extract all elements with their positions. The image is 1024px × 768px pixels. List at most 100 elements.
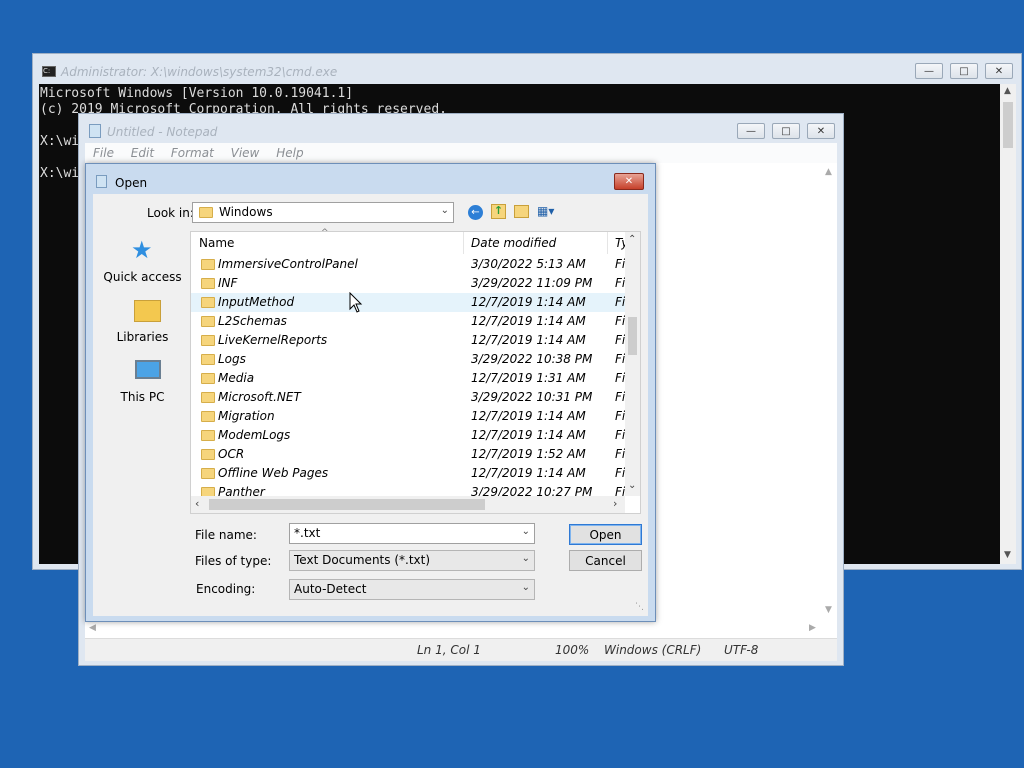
cmd-close-button[interactable]: ✕ [985, 63, 1013, 79]
folder-icon [201, 392, 215, 403]
cmd-scrollbar[interactable]: ▲ ▼ [1000, 84, 1016, 564]
table-row[interactable]: Offline Web Pages 12/7/2019 1:14 AM Fi [191, 464, 625, 483]
table-row[interactable]: L2Schemas 12/7/2019 1:14 AM Fi [191, 312, 625, 331]
notepad-menubar: File Edit Format View Help [85, 143, 837, 163]
scroll-right-icon[interactable]: › [613, 497, 617, 510]
libraries-icon [134, 300, 161, 322]
folder-icon [201, 449, 215, 460]
folder-icon [201, 373, 215, 384]
file-type-cell: Fi [615, 466, 625, 480]
table-row[interactable]: LiveKernelReports 12/7/2019 1:14 AM Fi [191, 331, 625, 350]
look-in-combo[interactable]: Windows ⌄ [192, 202, 454, 223]
scroll-left-icon[interactable]: ◀ [89, 623, 96, 633]
file-type-label: Files of type: [195, 554, 272, 568]
look-in-value: Windows [219, 205, 273, 219]
places-bar: ★ Quick access Libraries This PC [101, 232, 184, 492]
menu-file[interactable]: File [93, 146, 114, 160]
file-name-cell: INF [218, 276, 238, 290]
file-date-cell: 3/29/2022 10:31 PM [471, 390, 593, 404]
status-position: Ln 1, Col 1 [417, 643, 481, 657]
list-hscrollbar[interactable]: ‹ › [191, 496, 625, 513]
scroll-up-icon[interactable]: ⌃ [628, 234, 636, 245]
folder-icon [201, 259, 215, 270]
table-row[interactable]: INF 3/29/2022 11:09 PM Fi [191, 274, 625, 293]
menu-help[interactable]: Help [276, 146, 303, 160]
column-name[interactable]: Name [199, 236, 234, 250]
file-list[interactable]: ^ Name Date modified Ty ImmersiveControl… [190, 228, 641, 514]
this-pc-label: This PC [120, 390, 165, 404]
cmd-maximize-button[interactable]: □ [950, 63, 978, 79]
dialog-close-button[interactable]: ✕ [614, 173, 644, 190]
scroll-up-icon[interactable]: ▲ [1004, 86, 1011, 96]
file-type-cell: Fi [615, 371, 625, 385]
cancel-button[interactable]: Cancel [569, 550, 642, 571]
notepad-statusbar: Ln 1, Col 1 100% Windows (CRLF) UTF-8 [85, 638, 837, 661]
menu-format[interactable]: Format [171, 146, 214, 160]
scroll-down-icon[interactable]: ▼ [1004, 550, 1011, 560]
scroll-right-icon[interactable]: ▶ [809, 623, 816, 633]
table-row[interactable]: Microsoft.NET 3/29/2022 10:31 PM Fi [191, 388, 625, 407]
back-icon[interactable]: ← [468, 205, 483, 220]
encoding-select[interactable]: Auto-Detect ⌄ [289, 579, 535, 600]
file-type-cell: Fi [615, 409, 625, 423]
file-type-cell: Fi [615, 257, 625, 271]
list-vscrollbar[interactable]: ⌃ ⌄ [625, 232, 640, 496]
table-row[interactable]: ModemLogs 12/7/2019 1:14 AM Fi [191, 426, 625, 445]
folder-icon [201, 297, 215, 308]
file-date-cell: 3/29/2022 10:38 PM [471, 352, 593, 366]
list-hscroll-thumb[interactable] [209, 499, 485, 510]
notepad-close-button[interactable]: ✕ [807, 123, 835, 139]
view-menu-icon[interactable]: ▦▾ [537, 204, 563, 220]
file-name-cell: Migration [218, 409, 275, 423]
table-row[interactable]: Migration 12/7/2019 1:14 AM Fi [191, 407, 625, 426]
chevron-down-icon: ⌄ [440, 205, 449, 216]
libraries-item[interactable]: Libraries [101, 298, 184, 348]
quick-access-label: Quick access [103, 270, 182, 284]
folder-icon [201, 411, 215, 422]
open-button[interactable]: Open [569, 524, 642, 545]
cmd-scroll-thumb[interactable] [1003, 102, 1013, 148]
folder-icon [201, 278, 215, 289]
folder-icon [201, 354, 215, 365]
resize-grip-icon[interactable]: ⋱ [635, 602, 644, 612]
sort-up-icon: ^ [321, 228, 329, 238]
menu-view[interactable]: View [231, 146, 260, 160]
table-row[interactable]: Media 12/7/2019 1:31 AM Fi [191, 369, 625, 388]
file-name-cell: InputMethod [218, 295, 295, 309]
dialog-titlebar[interactable]: Open ✕ [86, 164, 655, 194]
column-date[interactable]: Date modified [471, 236, 556, 250]
chevron-down-icon[interactable]: ⌄ [522, 526, 530, 537]
list-scroll-thumb[interactable] [628, 317, 637, 355]
notepad-maximize-button[interactable]: □ [772, 123, 800, 139]
file-type-value: Text Documents (*.txt) [294, 553, 431, 567]
this-pc-item[interactable]: This PC [101, 358, 184, 408]
file-name-cell: Microsoft.NET [218, 390, 301, 404]
dialog-title: Open [115, 176, 148, 190]
folder-icon [201, 430, 215, 441]
table-row[interactable]: ImmersiveControlPanel 3/30/2022 5:13 AM Fi [191, 255, 625, 274]
list-header: ^ Name Date modified Ty [191, 228, 628, 254]
status-line-ending: Windows (CRLF) [604, 643, 702, 657]
table-row[interactable]: OCR 12/7/2019 1:52 AM Fi [191, 445, 625, 464]
table-row[interactable]: InputMethod 12/7/2019 1:14 AM Fi [191, 293, 625, 312]
cmd-minimize-button[interactable]: — [915, 63, 943, 79]
look-in-label: Look in: [147, 206, 194, 220]
status-zoom: 100% [555, 643, 590, 657]
scroll-down-icon[interactable]: ⌄ [628, 480, 636, 491]
file-name-input[interactable]: *.txt ⌄ [289, 523, 535, 544]
dialog-app-icon [96, 175, 107, 188]
scroll-left-icon[interactable]: ‹ [195, 497, 199, 510]
mouse-cursor-icon [349, 292, 363, 313]
up-folder-icon[interactable]: ↑ [491, 204, 506, 219]
new-folder-icon[interactable] [514, 205, 529, 218]
cmd-titlebar[interactable]: C: Administrator: X:\windows\system32\cm… [33, 54, 1021, 84]
file-name-cell: LiveKernelReports [218, 333, 328, 347]
notepad-minimize-button[interactable]: — [737, 123, 765, 139]
scroll-up-icon[interactable]: ▲ [825, 167, 832, 177]
menu-edit[interactable]: Edit [131, 146, 154, 160]
file-type-cell: Fi [615, 390, 625, 404]
table-row[interactable]: Logs 3/29/2022 10:38 PM Fi [191, 350, 625, 369]
file-type-select[interactable]: Text Documents (*.txt) ⌄ [289, 550, 535, 571]
quick-access-item[interactable]: ★ Quick access [101, 238, 184, 288]
scroll-down-icon[interactable]: ▼ [825, 605, 832, 615]
